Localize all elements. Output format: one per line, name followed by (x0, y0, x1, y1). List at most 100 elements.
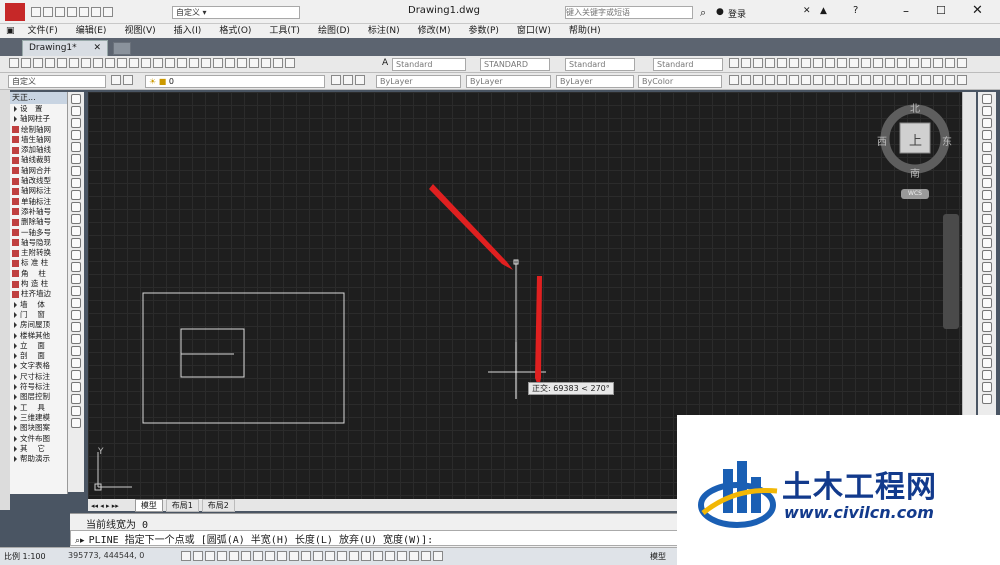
palette-item[interactable]: 图层控制 (10, 392, 67, 402)
modify-tool-icon[interactable] (982, 202, 992, 212)
palette-item[interactable]: 立 面 (10, 341, 67, 351)
palette-item[interactable]: 轴线裁剪 (10, 155, 67, 165)
draw-tool-icon[interactable] (71, 322, 81, 332)
tool-help-icon[interactable] (285, 58, 295, 68)
draw-tool-icon[interactable] (71, 370, 81, 380)
modify-tool-icon[interactable] (982, 358, 992, 368)
status-toggle-icon[interactable] (373, 551, 383, 561)
save-icon[interactable] (55, 7, 65, 17)
draw-tool-17-icon[interactable] (921, 75, 931, 85)
status-toggle-icon[interactable] (301, 551, 311, 561)
palette-item[interactable]: 三维建模 (10, 413, 67, 423)
layer-manager-icon[interactable] (123, 75, 133, 85)
palette-item[interactable]: 轴网标注 (10, 186, 67, 196)
menu-format[interactable]: 格式(O) (210, 24, 260, 38)
workspace-select[interactable]: 自定义 ▾ (172, 6, 300, 19)
modify-tool-icon[interactable] (982, 106, 992, 116)
modify-tool-icon[interactable] (982, 178, 992, 188)
draw-tool-3-icon[interactable] (753, 75, 763, 85)
dim-diameter-icon[interactable] (789, 58, 799, 68)
draw-tool-icon[interactable] (71, 190, 81, 200)
modify-tool-icon[interactable] (982, 298, 992, 308)
draw-tool-18-icon[interactable] (933, 75, 943, 85)
tolerance-icon[interactable] (837, 58, 847, 68)
coordinate-readout[interactable]: 395773, 444544, 0 (68, 551, 144, 560)
dim-continue-icon[interactable] (825, 58, 835, 68)
status-toggle-icon[interactable] (325, 551, 335, 561)
status-toggle-icon[interactable] (421, 551, 431, 561)
menu-file[interactable]: 文件(F) (19, 24, 67, 38)
dim-baseline-icon[interactable] (813, 58, 823, 68)
inner-rectangle[interactable] (180, 328, 245, 378)
draw-tool-11-icon[interactable] (849, 75, 859, 85)
draw-tool-icon[interactable] (71, 406, 81, 416)
palette-item[interactable]: 墙 体 (10, 300, 67, 310)
layout-nav-buttons[interactable]: ◂◂ ◂ ▸ ▸▸ (88, 502, 132, 510)
annotation-scale[interactable]: 比例 1:100 (4, 551, 46, 562)
new-tab-button[interactable] (113, 42, 131, 55)
dim-space-icon[interactable] (933, 58, 943, 68)
search-input[interactable] (565, 6, 693, 19)
tool-print-icon[interactable] (45, 58, 55, 68)
table-style-select[interactable]: Standard (565, 58, 635, 71)
tool-paste-icon[interactable] (105, 58, 115, 68)
draw-tool-9-icon[interactable] (825, 75, 835, 85)
tab-layout2[interactable]: 布局2 (201, 499, 235, 512)
modify-tool-icon[interactable] (982, 214, 992, 224)
status-toggle-icon[interactable] (397, 551, 407, 561)
palette-item[interactable]: 轴网柱子 (10, 114, 67, 124)
palette-item[interactable]: 文字表格 (10, 361, 67, 371)
draw-tool-13-icon[interactable] (873, 75, 883, 85)
status-toggle-icon[interactable] (409, 551, 419, 561)
menu-parametric[interactable]: 参数(P) (459, 24, 507, 38)
tool-new-icon[interactable] (9, 58, 19, 68)
status-toggle-icon[interactable] (217, 551, 227, 561)
draw-tool-icon[interactable] (71, 226, 81, 236)
modify-tool-icon[interactable] (982, 394, 992, 404)
menu-dimension[interactable]: 标注(N) (359, 24, 409, 38)
draw-tool-icon[interactable] (71, 274, 81, 284)
palette-item[interactable]: 标 准 柱 (10, 258, 67, 268)
palette-item[interactable]: 图块图案 (10, 423, 67, 433)
modify-tool-icon[interactable] (982, 190, 992, 200)
draw-tool-12-icon[interactable] (861, 75, 871, 85)
dim-arc-icon[interactable] (765, 58, 775, 68)
draw-tool-icon[interactable] (71, 250, 81, 260)
tool-block-icon[interactable] (129, 58, 139, 68)
tool-zoom-window-icon[interactable] (189, 58, 199, 68)
menu-app-icon[interactable]: ▣ (0, 24, 19, 38)
layer-states-icon[interactable] (355, 75, 365, 85)
tab-model[interactable]: 模型 (134, 499, 163, 512)
navigation-bar[interactable] (943, 214, 959, 329)
palette-item[interactable]: 设 置 (10, 104, 67, 114)
undo-icon[interactable] (91, 7, 101, 17)
palette-item[interactable]: 角 柱 (10, 269, 67, 279)
tool-palettes-icon[interactable] (237, 58, 247, 68)
help-icon[interactable]: ? (853, 5, 858, 16)
draw-tool-14-icon[interactable] (885, 75, 895, 85)
workspace-settings-icon[interactable] (111, 75, 121, 85)
status-toggle-icon[interactable] (349, 551, 359, 561)
text-style-select[interactable]: Standard (392, 58, 466, 71)
dim-edit-icon[interactable] (861, 58, 871, 68)
status-toggle-icon[interactable] (313, 551, 323, 561)
a360-icon[interactable]: ▲ (820, 6, 827, 16)
draw-tool-icon[interactable] (71, 298, 81, 308)
menu-edit[interactable]: 编辑(E) (67, 24, 116, 38)
menu-modify[interactable]: 修改(M) (409, 24, 460, 38)
modify-tool-icon[interactable] (982, 226, 992, 236)
modify-tool-icon[interactable] (982, 370, 992, 380)
draw-tool-icon[interactable] (71, 130, 81, 140)
status-toggle-icon[interactable] (385, 551, 395, 561)
modify-tool-icon[interactable] (982, 322, 992, 332)
modify-tool-icon[interactable] (982, 130, 992, 140)
palette-item[interactable]: 尺寸标注 (10, 372, 67, 382)
draw-tool-7-icon[interactable] (801, 75, 811, 85)
jogged-icon[interactable] (921, 58, 931, 68)
menu-draw[interactable]: 绘图(D) (309, 24, 359, 38)
draw-tool-icon[interactable] (71, 394, 81, 404)
palette-item[interactable]: 主附转换 (10, 248, 67, 258)
modify-tool-icon[interactable] (982, 286, 992, 296)
ordinate-icon[interactable] (885, 58, 895, 68)
status-toggle-icon[interactable] (289, 551, 299, 561)
